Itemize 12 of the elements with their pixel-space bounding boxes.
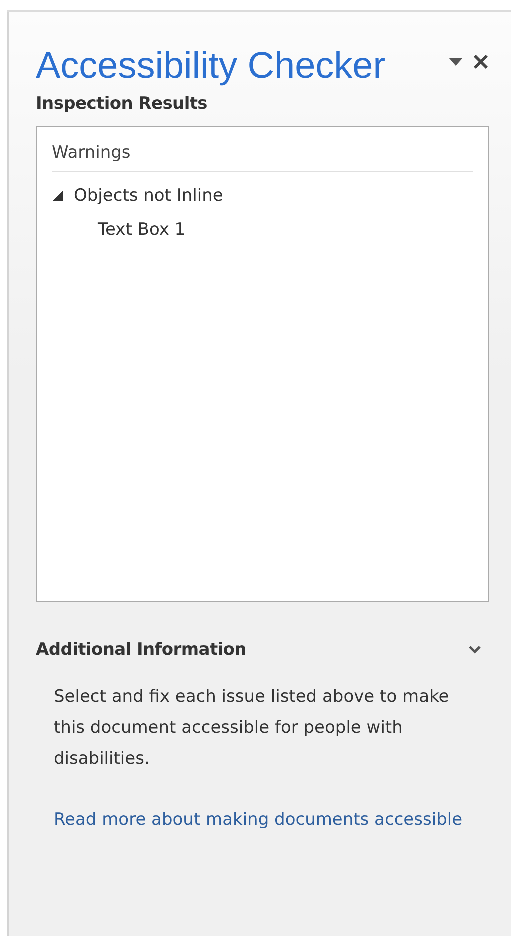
dropdown-arrow-icon[interactable] bbox=[449, 58, 463, 66]
section-heading: Additional Information bbox=[36, 640, 246, 660]
info-text: Select and fix each issue listed above to make this document accessible for people with disabilities. bbox=[54, 686, 450, 771]
chevron-icon[interactable] bbox=[469, 646, 481, 654]
tree-item[interactable]: Objects not Inline bbox=[74, 186, 224, 206]
category-heading: Warnings bbox=[52, 143, 473, 172]
section-heading: Inspection Results bbox=[36, 94, 208, 114]
read-more-link[interactable]: Read more about making documents accessible bbox=[54, 805, 474, 836]
tree-item[interactable]: Text Box 1 bbox=[98, 220, 186, 240]
close-icon[interactable] bbox=[473, 54, 489, 70]
pane-title: Accessibility Checker bbox=[36, 44, 386, 88]
collapse-triangle-icon[interactable] bbox=[52, 190, 64, 202]
